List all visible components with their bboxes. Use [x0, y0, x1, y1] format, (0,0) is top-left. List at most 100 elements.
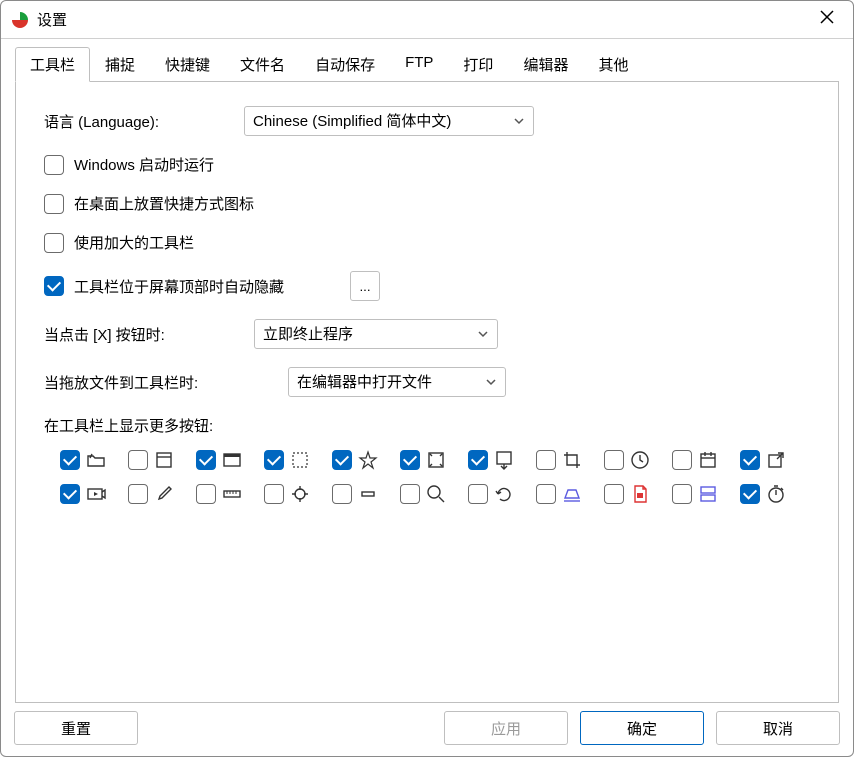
- toolbar-icon-checkbox[interactable]: [196, 484, 216, 504]
- toolbar-icon-item: [536, 484, 590, 504]
- toolbar-icon-checkbox[interactable]: [264, 484, 284, 504]
- drag-action-label: 当拖放文件到工具栏时:: [44, 372, 278, 393]
- toolbar-icon-checkbox[interactable]: [740, 484, 760, 504]
- toolbar-icon-checkbox[interactable]: [196, 450, 216, 470]
- crosshair-icon: [290, 484, 310, 504]
- toolbar-icon-item: [264, 450, 318, 470]
- undo-icon: [494, 484, 514, 504]
- clock-icon: [630, 450, 650, 470]
- autohide-checkbox[interactable]: [44, 276, 64, 296]
- tab-editor[interactable]: 编辑器: [508, 47, 583, 82]
- toolbar-icon-item: [332, 484, 386, 504]
- folder-open-icon: [86, 450, 106, 470]
- toolbar-icon-item: [60, 450, 114, 470]
- toolbar-icon-checkbox[interactable]: [264, 450, 284, 470]
- close-button[interactable]: [811, 4, 843, 35]
- toolbar-icon-checkbox[interactable]: [672, 450, 692, 470]
- zoom-icon: [426, 484, 446, 504]
- autohide-label: 工具栏位于屏幕顶部时自动隐藏: [74, 276, 284, 297]
- close-action-select[interactable]: 立即终止程序: [254, 319, 498, 349]
- pdf-icon: [630, 484, 650, 504]
- apply-button[interactable]: 应用: [444, 711, 568, 745]
- tab-ftp[interactable]: FTP: [390, 47, 448, 82]
- toolbar-icon-checkbox[interactable]: [400, 450, 420, 470]
- reset-button[interactable]: 重置: [14, 711, 138, 745]
- tab-bar: 工具栏 捕捉 快捷键 文件名 自动保存 FTP 打印 编辑器 其他: [15, 47, 839, 82]
- cancel-button[interactable]: 取消: [716, 711, 840, 745]
- toolbar-icon-checkbox[interactable]: [400, 484, 420, 504]
- language-label: 语言 (Language):: [44, 111, 234, 132]
- toolbar-icon-item: [128, 484, 182, 504]
- toolbar-icon-item: [196, 484, 250, 504]
- minus-icon: [358, 484, 378, 504]
- tab-toolbar[interactable]: 工具栏: [15, 47, 90, 82]
- footer: 重置 应用 确定 取消: [14, 711, 840, 745]
- desktop-icon-label: 在桌面上放置快捷方式图标: [74, 193, 254, 214]
- window-icon: [154, 450, 174, 470]
- more-buttons-label: 在工具栏上显示更多按钮:: [44, 415, 810, 436]
- window-title: 设置: [37, 9, 811, 30]
- toolbar-icon-item: [196, 450, 250, 470]
- star-icon: [358, 450, 378, 470]
- startup-checkbox[interactable]: [44, 155, 64, 175]
- ok-button[interactable]: 确定: [580, 711, 704, 745]
- app-icon: [11, 11, 29, 29]
- toolbar-icon-item: [672, 450, 726, 470]
- titlebar: 设置: [1, 1, 853, 39]
- toolbar-icon-item: [468, 450, 522, 470]
- toolbar-icon-item: [468, 484, 522, 504]
- startup-label: Windows 启动时运行: [74, 154, 214, 175]
- toolbar-icon-checkbox[interactable]: [332, 484, 352, 504]
- toolbar-icon-checkbox[interactable]: [60, 450, 80, 470]
- close-action-label: 当点击 [X] 按钮时:: [44, 324, 244, 345]
- toolbar-icon-item: [672, 484, 726, 504]
- large-toolbar-checkbox[interactable]: [44, 233, 64, 253]
- scanner-icon: [562, 484, 582, 504]
- toolbar-icon-grid: [44, 450, 810, 504]
- desktop-icon-checkbox[interactable]: [44, 194, 64, 214]
- application-icon: [222, 450, 242, 470]
- toolbar-icon-checkbox[interactable]: [60, 484, 80, 504]
- toolbar-icon-item: [400, 450, 454, 470]
- toolbar-icon-checkbox[interactable]: [468, 450, 488, 470]
- toolbar-icon-checkbox[interactable]: [332, 450, 352, 470]
- toolbar-icon-checkbox[interactable]: [604, 450, 624, 470]
- toolbar-icon-checkbox[interactable]: [536, 484, 556, 504]
- toolbar-icon-item: [740, 484, 794, 504]
- language-select[interactable]: Chinese (Simplified 简体中文): [244, 106, 534, 136]
- drag-action-select[interactable]: 在编辑器中打开文件: [288, 367, 506, 397]
- autohide-options-button[interactable]: ...: [350, 271, 380, 301]
- tab-print[interactable]: 打印: [448, 47, 508, 82]
- toolbar-icon-item: [60, 484, 114, 504]
- color-picker-icon: [154, 484, 174, 504]
- toolbar-icon-checkbox[interactable]: [128, 450, 148, 470]
- toolbar-icon-item: [604, 450, 658, 470]
- toolbar-icon-item: [128, 450, 182, 470]
- tab-autosave[interactable]: 自动保存: [300, 47, 390, 82]
- calendar-icon: [698, 450, 718, 470]
- crop-icon: [562, 450, 582, 470]
- ruler-icon: [222, 484, 242, 504]
- selection-icon: [290, 450, 310, 470]
- fullscreen-icon: [426, 450, 446, 470]
- split-icon: [698, 484, 718, 504]
- scroll-capture-icon: [494, 450, 514, 470]
- toolbar-icon-item: [604, 484, 658, 504]
- toolbar-icon-item: [400, 484, 454, 504]
- toolbar-icon-checkbox[interactable]: [536, 450, 556, 470]
- toolbar-icon-checkbox[interactable]: [128, 484, 148, 504]
- tab-content: 语言 (Language): Chinese (Simplified 简体中文)…: [15, 81, 839, 703]
- toolbar-icon-item: [740, 450, 794, 470]
- toolbar-icon-checkbox[interactable]: [672, 484, 692, 504]
- tab-hotkeys[interactable]: 快捷键: [150, 47, 225, 82]
- large-toolbar-label: 使用加大的工具栏: [74, 232, 194, 253]
- toolbar-icon-checkbox[interactable]: [468, 484, 488, 504]
- tab-capture[interactable]: 捕捉: [90, 47, 150, 82]
- toolbar-icon-item: [332, 450, 386, 470]
- tab-other[interactable]: 其他: [583, 47, 643, 82]
- toolbar-icon-item: [264, 484, 318, 504]
- toolbar-icon-checkbox[interactable]: [604, 484, 624, 504]
- toolbar-icon-item: [536, 450, 590, 470]
- tab-filename[interactable]: 文件名: [225, 47, 300, 82]
- toolbar-icon-checkbox[interactable]: [740, 450, 760, 470]
